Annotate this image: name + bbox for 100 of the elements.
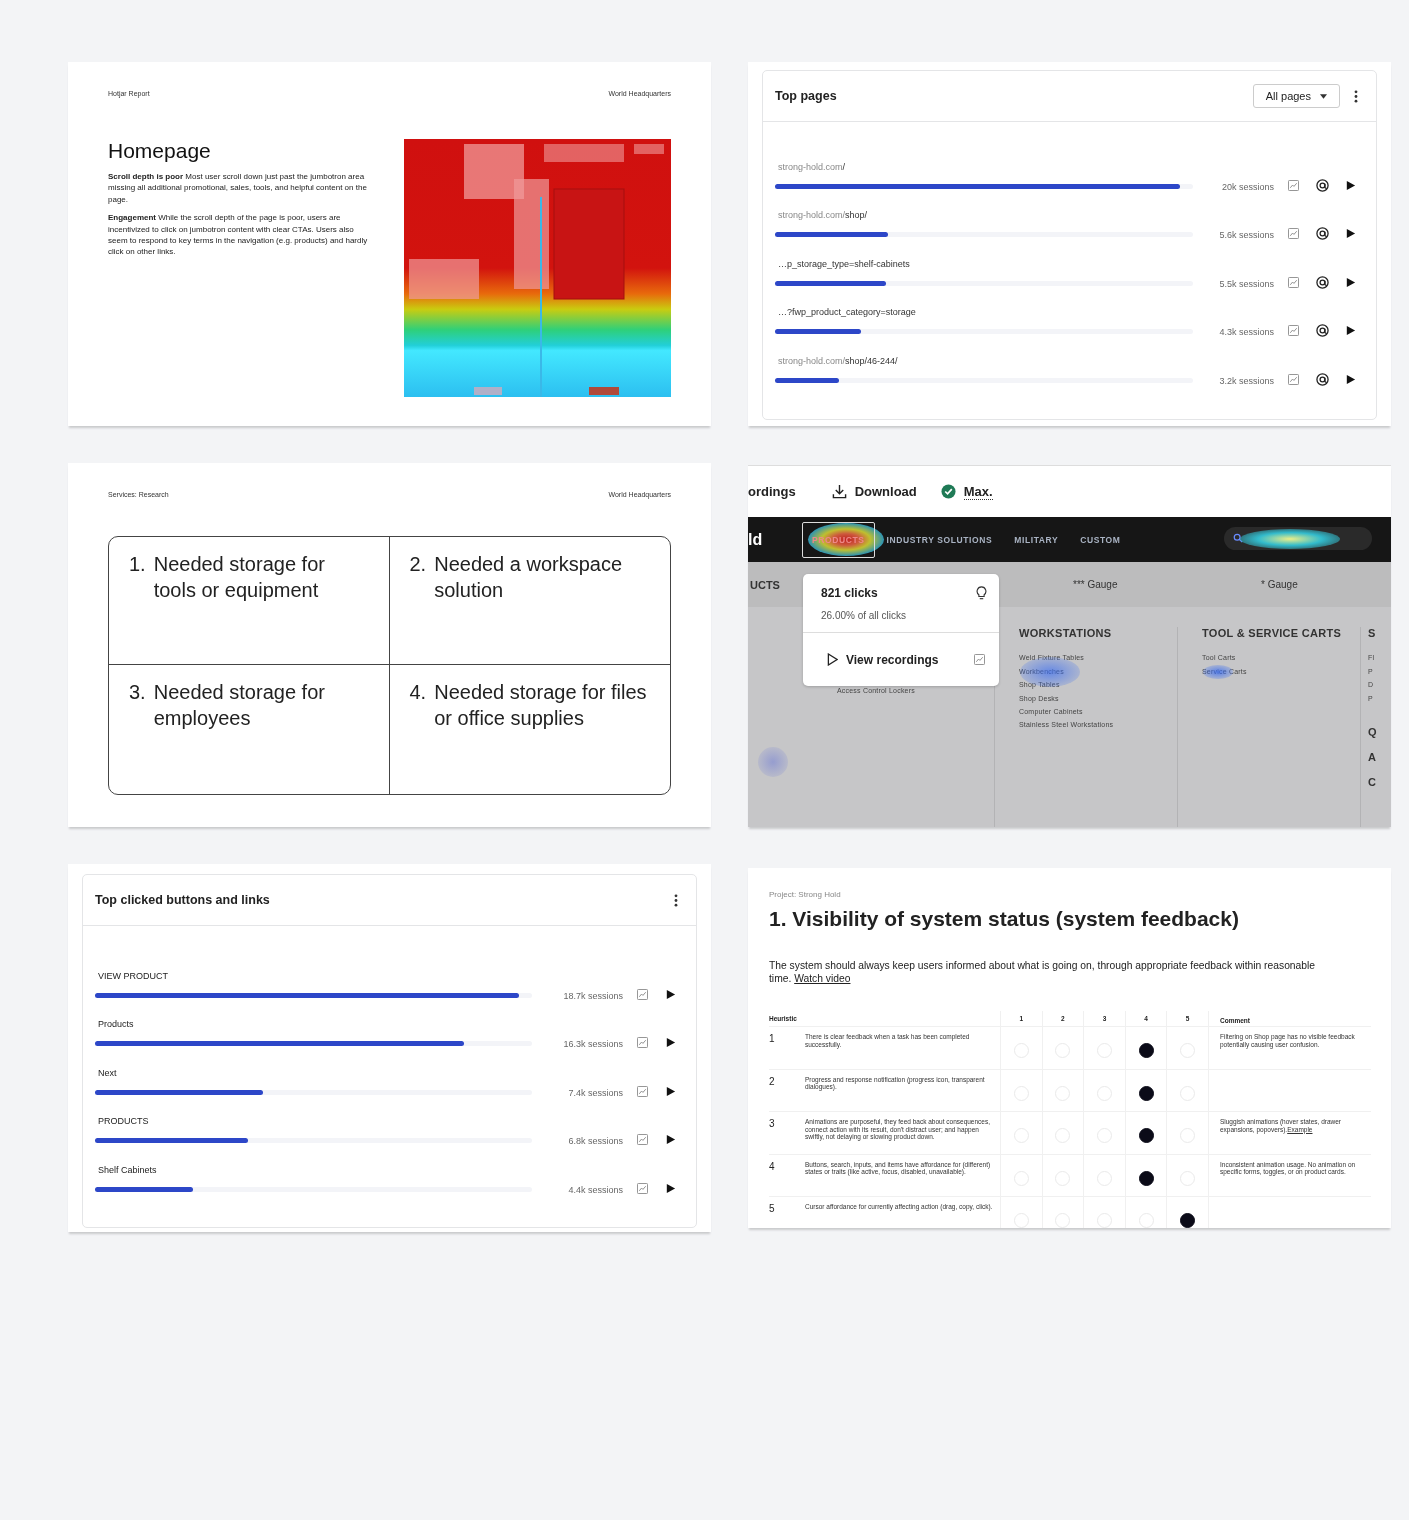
trend-chart-icon[interactable] [637,1134,648,1145]
nav-link[interactable]: INDUSTRY SOLUTIONS [886,534,993,545]
rating-radio[interactable] [1138,1128,1154,1144]
download-icon [831,484,847,499]
project-label: Project: Strong Hold [769,890,842,899]
download-button[interactable]: Download [831,484,917,499]
finding-paragraph: Scroll depth is poor Most user scroll down just past the jumbotron area missing all additional promotional, sales, tools, and helpful content on the page. [108,171,368,206]
page-url[interactable]: strong-hold.com/ [775,161,1202,172]
check-circle-icon [940,484,956,499]
need-text: Needed storage for tools or equipment [153,552,326,603]
need-text: Needed a workspace solution [434,552,624,603]
at-sign-icon[interactable] [1316,372,1329,386]
play-icon[interactable] [665,1182,676,1194]
list-number: 1. [129,552,146,577]
watch-video-link[interactable]: Watch video [794,973,851,984]
list-number: 3. [129,680,146,705]
sessions-count: 5.5k sessions [1219,278,1274,289]
menu-heading[interactable]: A [1368,750,1377,763]
play-icon[interactable] [665,1037,676,1048]
sessions-count: 7.4k sessions [568,1087,623,1098]
menu-heading[interactable]: S [1368,627,1377,639]
play-icon[interactable] [665,988,676,1000]
at-sign-icon[interactable] [1316,324,1329,337]
pages-dropdown[interactable]: All pages [1252,84,1340,108]
trend-chart-icon[interactable] [974,654,985,665]
play-icon [827,653,838,666]
sessions-count: 4.3k sessions [1219,327,1274,337]
panel-title: Top pages [775,89,837,103]
row-number: 1 [769,1032,776,1046]
need-text: Needed storage for files or office supplies [434,680,648,731]
at-sign-icon[interactable] [1316,227,1329,240]
list-number: 2. [409,552,427,577]
slide-title: Homepage [108,139,212,163]
play-icon[interactable] [1345,276,1356,288]
page-url[interactable]: …?fwp_product_category=storage [775,307,1200,317]
more-icon[interactable] [1354,89,1358,103]
element-label[interactable]: VIEW PRODUCT [95,970,544,981]
recordings-tab[interactable]: ordings [748,484,796,499]
menu-heading[interactable]: C [1368,775,1377,788]
play-icon[interactable] [1345,228,1356,239]
more-icon[interactable] [674,893,678,907]
play-icon[interactable] [665,1134,676,1145]
nav-link[interactable]: CUSTOM [1080,534,1121,545]
click-share: 26.00% of all clicks [803,600,999,633]
sessions-count: 6.8k sessions [568,1136,623,1146]
trend-chart-icon[interactable] [637,1037,648,1048]
trend-chart-icon[interactable] [637,1182,648,1194]
element-label[interactable]: Next [95,1067,549,1078]
sessions-count: 18.7k sessions [563,990,623,1001]
play-icon[interactable] [665,1085,676,1097]
search-field[interactable] [1224,527,1372,550]
row-number: 3 [769,1117,776,1131]
category-label: *** Gauge [1073,579,1118,590]
trend-chart-icon[interactable] [637,988,648,1000]
sessions-count: 5.6k sessions [1219,230,1274,240]
page-url[interactable]: …p_storage_type=shelf-cabinets [775,258,1200,269]
page-url[interactable]: strong-hold.com/shop/46-244/ [775,355,1200,366]
caret-icon [1320,93,1327,99]
trend-chart-icon[interactable] [1288,373,1299,385]
element-label[interactable]: Shelf Cabinets [95,1164,549,1175]
rating-radio[interactable] [1138,1043,1154,1059]
row-number: 5 [769,1202,776,1216]
page-url[interactable]: strong-hold.com/shop/ [775,210,1200,220]
list-number: 4. [409,680,427,705]
rating-radio[interactable] [1138,1085,1154,1101]
heat-spot [758,747,788,777]
trend-chart-icon[interactable] [1288,228,1299,239]
play-icon[interactable] [1345,325,1356,336]
menu-heading[interactable]: Q [1368,725,1377,738]
row-number: 2 [769,1074,776,1089]
play-icon[interactable] [1345,373,1356,385]
menu-heading[interactable]: TOOL & SERVICE CARTS [1202,627,1360,639]
category-label: UCTS [750,578,780,591]
category-label: * Gauge [1261,579,1298,590]
need-text: Needed storage for employees [153,680,326,731]
heuristic-title: 1. Visibility of system status (system feedback) [769,907,1240,931]
rating-radio[interactable] [1138,1170,1154,1186]
trend-chart-icon[interactable] [1288,276,1299,288]
max-mode-toggle[interactable]: Max. [940,483,993,500]
view-recordings-button[interactable]: View recordings [827,652,939,667]
site-logo[interactable]: ld [748,530,802,549]
menu-heading[interactable]: WORKSTATIONS [1019,627,1177,639]
row-number: 4 [769,1159,776,1174]
element-label[interactable]: Products [95,1019,544,1029]
trend-chart-icon[interactable] [637,1085,648,1097]
click-count: 821 clicks [821,586,878,600]
trend-chart-icon[interactable] [1288,325,1299,336]
at-sign-icon[interactable] [1316,275,1329,289]
search-icon [1233,533,1243,543]
play-icon[interactable] [1345,179,1356,191]
trend-chart-icon[interactable] [1288,179,1299,191]
at-sign-icon[interactable] [1316,178,1329,192]
nav-link[interactable]: MILITARY [1014,534,1059,545]
element-label[interactable]: PRODUCTS [95,1116,549,1126]
rating-radio[interactable] [1180,1213,1196,1228]
lightbulb-icon[interactable] [976,586,987,600]
panel-title: Top clicked buttons and links [95,893,270,907]
heuristic-description: The system should always keep users informed about what is going on, through appropriate feedback within reasonable time. Watch video [769,959,1317,985]
finding-paragraph: Engagement While the scroll depth of the page is poor, users are incentivized to click on jumbotron content with clear CTAs. Users also seem to respond to key terms in the navigation (e.g. products) and hardly click on other links. [108,212,369,258]
sessions-count: 4.4k sessions [568,1184,623,1195]
